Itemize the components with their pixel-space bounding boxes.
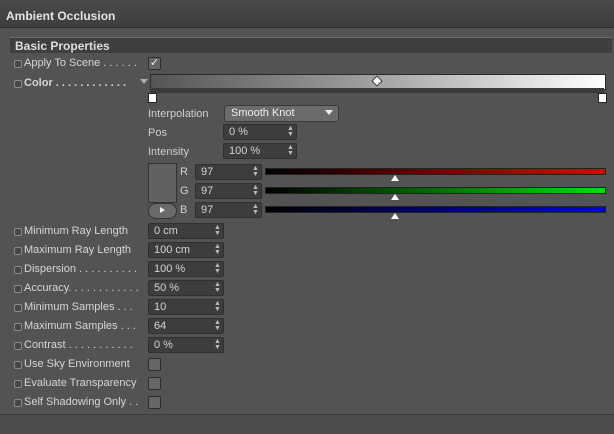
param-label: Minimum Samples . . . [24,301,133,313]
param-field[interactable]: 0 cm ▲ ▼ [148,223,224,239]
param-label: Maximum Samples . . . [24,320,136,332]
param-value: 100 cm [154,244,191,256]
expand-triangle-icon[interactable] [140,79,148,84]
intensity-label: Intensity [148,146,189,158]
param-field[interactable]: 0 % ▲ ▼ [148,337,224,353]
param-label: Dispersion . . . . . . . . . . [24,263,138,275]
gradient-knot-right[interactable] [598,93,607,103]
spinner-arrows-icon[interactable]: ▲ ▼ [214,243,221,256]
param-label: Accuracy. . . . . . . . . . . . [24,282,139,294]
option-checkbox[interactable] [148,396,161,409]
spinner-arrows-icon[interactable]: ▲ ▼ [214,262,221,275]
param-field[interactable]: 50 % ▲ ▼ [148,280,224,296]
keyframe-dot-icon[interactable] [14,60,22,68]
spinner-arrows-icon[interactable]: ▲ ▼ [214,281,221,294]
keyframe-dot-icon[interactable] [14,380,22,388]
intensity-field[interactable]: 100 % ▲ ▼ [223,143,297,159]
param-field[interactable]: 64 ▲ ▼ [148,318,224,334]
spinner-arrows-icon[interactable]: ▲ ▼ [214,338,221,351]
keyframe-dot-icon[interactable] [14,304,22,312]
param-label: Contrast . . . . . . . . . . . [24,339,133,351]
color-picker-toggle-button[interactable] [148,203,177,219]
gradient-knot-left[interactable] [148,93,157,103]
play-icon [160,207,165,213]
g-field[interactable]: 97 ▲ ▼ [195,183,262,199]
checkbox-label: Evaluate Transparency [24,377,137,389]
green-slider[interactable] [265,187,606,194]
green-slider-thumb[interactable] [390,194,399,200]
param-label: Maximum Ray Length [24,244,131,256]
param-field[interactable]: 10 ▲ ▼ [148,299,224,315]
r-field[interactable]: 97 ▲ ▼ [195,164,262,180]
section-title: Basic Properties [15,39,110,53]
red-slider-thumb[interactable] [390,175,399,181]
r-value: 97 [201,166,214,178]
chevron-down-icon [325,110,333,115]
keyframe-dot-icon[interactable] [14,399,22,407]
window-title: Ambient Occlusion [6,9,116,23]
param-value: 0 % [154,339,173,351]
keyframe-dot-icon[interactable] [14,80,22,88]
keyframe-dot-icon[interactable] [14,361,22,369]
keyframe-dot-icon[interactable] [14,228,22,236]
keyframe-dot-icon[interactable] [14,285,22,293]
blue-slider[interactable] [265,206,606,213]
spinner-arrows-icon[interactable]: ▲ ▼ [214,224,221,237]
intensity-value: 100 % [229,145,261,157]
spinner-arrows-icon[interactable]: ▲ ▼ [287,125,294,138]
panel-bottom [0,414,614,434]
param-value: 0 cm [154,225,178,237]
interpolation-label: Interpolation [148,108,209,120]
spinner-arrows-icon[interactable]: ▲ ▼ [287,144,294,157]
pos-field[interactable]: 0 % ▲ ▼ [223,124,297,140]
b-field[interactable]: 97 ▲ ▼ [195,202,262,218]
r-label: R [180,166,188,178]
spinner-arrows-icon[interactable]: ▲ ▼ [252,203,259,216]
apply-to-scene-label: Apply To Scene . . . . . . [24,57,137,69]
keyframe-dot-icon[interactable] [14,266,22,274]
param-value: 100 % [154,263,186,275]
red-slider[interactable] [265,168,606,175]
section-header-basic-properties[interactable]: Basic Properties [10,37,612,53]
spinner-arrows-icon[interactable]: ▲ ▼ [214,300,221,313]
apply-to-scene-checkbox[interactable]: ✓ [148,57,161,70]
spinner-arrows-icon[interactable]: ▲ ▼ [252,184,259,197]
title-bar: Ambient Occlusion [0,0,614,28]
keyframe-dot-icon[interactable] [14,342,22,350]
param-label: Minimum Ray Length [24,225,128,237]
param-value: 10 [154,301,167,313]
color-swatch[interactable] [148,163,177,203]
checkbox-label: Self Shadowing Only . . [24,396,139,408]
color-label: Color . . . . . . . . . . . . [24,77,127,89]
param-field[interactable]: 100 cm ▲ ▼ [148,242,224,258]
blue-slider-thumb[interactable] [390,213,399,219]
b-value: 97 [201,204,214,216]
keyframe-dot-icon[interactable] [14,247,22,255]
b-label: B [180,204,188,216]
gradient-knot-bar[interactable] [150,88,604,93]
param-field[interactable]: 100 % ▲ ▼ [148,261,224,277]
param-value: 50 % [154,282,180,294]
spinner-arrows-icon[interactable]: ▲ ▼ [252,165,259,178]
option-checkbox[interactable] [148,377,161,390]
option-checkbox[interactable] [148,358,161,371]
param-value: 64 [154,320,167,332]
pos-label: Pos [148,127,167,139]
interpolation-dropdown[interactable]: Smooth Knot [224,105,339,122]
interpolation-value: Smooth Knot [231,107,295,119]
keyframe-dot-icon[interactable] [14,323,22,331]
g-label: G [180,185,189,197]
pos-value: 0 % [229,126,248,138]
spinner-arrows-icon[interactable]: ▲ ▼ [214,319,221,332]
g-value: 97 [201,185,214,197]
checkbox-label: Use Sky Environment [24,358,130,370]
